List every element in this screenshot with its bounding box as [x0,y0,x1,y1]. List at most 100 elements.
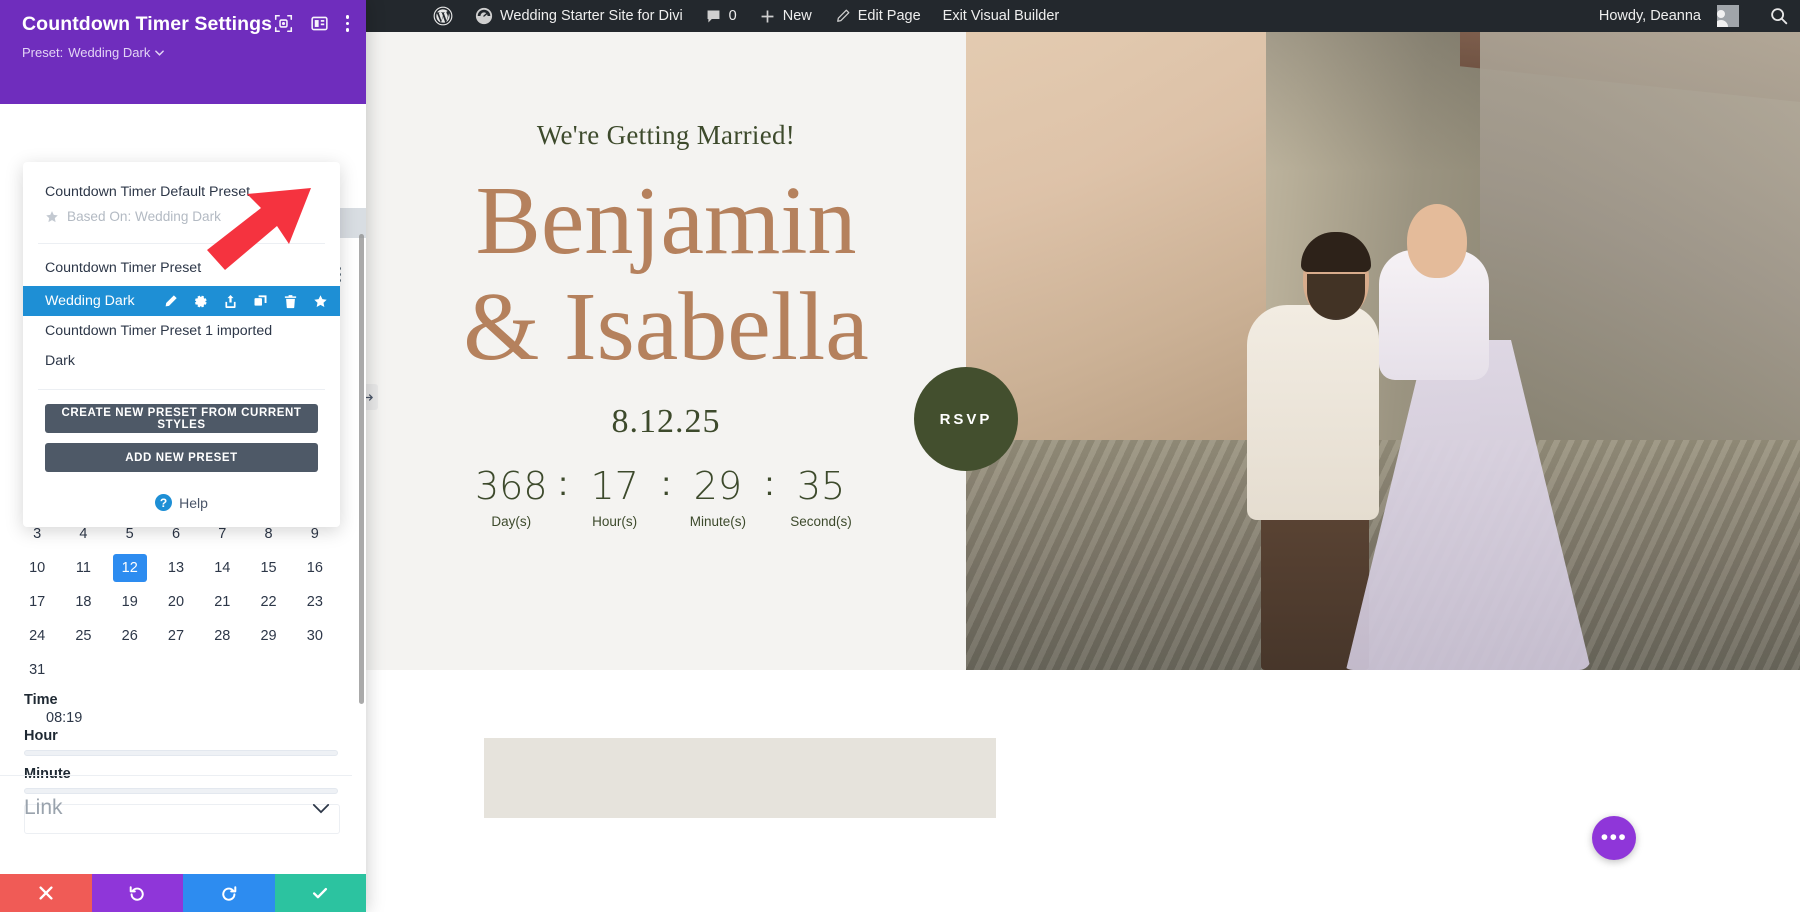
calendar-day-20[interactable]: 20 [153,588,199,616]
calendar-day-29[interactable]: 29 [245,622,291,650]
based-on-label: Based On: Wedding Dark [67,209,221,224]
link-section-label: Link [24,796,63,819]
calendar-day-14[interactable]: 14 [199,554,245,582]
calendar-day-31[interactable]: 31 [14,656,60,684]
create-new-preset-button[interactable]: CREATE NEW PRESET FROM CURRENT STYLES [45,404,318,433]
countdown-separator: : [558,464,568,502]
star-icon[interactable] [313,294,328,309]
countdown-unit-days: 368 Day(s) [475,467,548,529]
calendar-day-15[interactable]: 15 [245,554,291,582]
countdown-separator: : [764,464,775,502]
hero-name-line-2: & Isabella [463,272,869,381]
layout-panel-icon[interactable] [310,14,329,33]
preset-item-label: Dark [45,353,75,369]
time-label: Time [24,692,58,708]
help-link[interactable]: ? Help [23,482,340,521]
calendar-day-16[interactable]: 16 [292,554,338,582]
calendar-grid: 3 4 5 6 7 8 9 10 11 12 13 14 15 16 17 18 19 20 21 22 23 24 25 2… [14,520,338,684]
new-content-button[interactable]: New [748,0,823,32]
preset-item-label: Countdown Timer Preset 1 imported [45,323,273,339]
star-icon [46,210,58,222]
calendar-day-17[interactable]: 17 [14,588,60,616]
pencil-icon[interactable] [163,294,178,309]
save-button[interactable] [274,874,366,912]
kebab-menu-icon[interactable] [345,15,349,32]
preset-selector[interactable]: Preset: Wedding Dark [22,45,344,60]
redo-button[interactable] [183,874,275,912]
help-label: Help [179,494,208,511]
countdown-unit-minutes: 29 Minute(s) [682,467,754,529]
calendar-day-30[interactable]: 30 [292,622,338,650]
calendar-day-10[interactable]: 10 [14,554,60,582]
more-options-icon: ••• [1600,826,1628,849]
calendar-day-23[interactable]: 23 [292,588,338,616]
account-menu[interactable]: Howdy, Deanna [1588,0,1750,32]
comment-bubble-icon [707,10,720,22]
comments-button[interactable]: 0 [694,0,748,32]
add-new-preset-button[interactable]: ADD NEW PRESET [45,443,318,472]
calendar-day-13[interactable]: 13 [153,554,199,582]
calendar-day-24[interactable]: 24 [14,622,60,650]
edit-page-label: Edit Page [857,8,921,24]
trash-icon[interactable] [283,294,298,309]
site-name-menu[interactable]: Wedding Starter Site for Divi [464,0,694,32]
preset-group: Countdown Timer Preset Wedding Dark Coun… [23,244,340,376]
preset-item-wedding-dark[interactable]: Wedding Dark [23,286,340,316]
chevron-down-icon [155,49,165,56]
hero-names: Benjamin & Isabella [463,168,869,381]
preset-item-imported[interactable]: Countdown Timer Preset 1 imported [23,316,340,346]
default-preset-row[interactable]: Countdown Timer Default Preset Based On:… [23,178,340,230]
calendar-day-18[interactable]: 18 [60,588,106,616]
wordpress-logo-icon [433,6,453,26]
countdown-days-value: 368 [474,463,548,508]
calendar-day-22[interactable]: 22 [245,588,291,616]
countdown-days-label: Day(s) [491,513,532,529]
export-icon[interactable] [223,294,238,309]
undo-icon [129,886,144,901]
cancel-button[interactable] [0,874,92,912]
calendar-day-11[interactable]: 11 [60,554,106,582]
search-icon[interactable] [1768,5,1790,27]
calendar-day-21[interactable]: 21 [199,588,245,616]
hero-text-column: We're Getting Married! Benjamin & Isabel… [366,32,966,670]
hero-kicker: We're Getting Married! [536,120,796,150]
calendar-day-12[interactable]: 12 [112,554,147,582]
preset-group-label: Countdown Timer Preset [45,260,202,276]
couple-photo-subject [1211,110,1591,670]
countdown-timer-settings-modal: Countdown Timer Settings Preset: Wedding… [0,0,366,912]
page-settings-fab-button[interactable]: ••• [1592,816,1636,860]
modal-scrollbar[interactable] [359,234,364,704]
hour-label: Hour [24,728,58,744]
screen-root: Wedding Starter Site for Divi 0 New Edit… [0,0,1800,912]
modal-action-bar [0,874,366,912]
wordpress-logo-button[interactable] [422,0,464,32]
save-check-icon [313,887,328,899]
exit-visual-builder-button[interactable]: Exit Visual Builder [932,0,1071,32]
link-section-toggle[interactable]: Link [0,775,352,836]
countdown-timer-module[interactable]: 368 Day(s) : 17 Hour(s) : 29 Minute(s) : [475,463,857,529]
calendar-day-27[interactable]: 27 [153,622,199,650]
modal-header-icons [274,14,349,33]
gear-icon[interactable] [193,294,208,309]
countdown-minutes-label: Minute(s) [689,513,746,529]
time-value: 08:19 [46,710,83,726]
howdy-label: Howdy, Deanna [1598,8,1701,24]
calendar-day-26[interactable]: 26 [107,622,153,650]
duplicate-icon[interactable] [253,294,268,309]
below-hero-section: ••• [366,670,1800,912]
rsvp-button[interactable]: RSVP [914,367,1018,471]
calendar-day-28[interactable]: 28 [199,622,245,650]
hour-slider[interactable] [24,750,338,756]
countdown-hours-value: 17 [590,463,639,508]
preset-item-dark[interactable]: Dark [23,346,340,376]
undo-button[interactable] [91,874,183,912]
calendar-day-25[interactable]: 25 [60,622,106,650]
calendar-day-19[interactable]: 19 [107,588,153,616]
chevron-down-icon [312,803,330,813]
countdown-unit-seconds: 35 Second(s) [785,467,857,529]
edit-page-button[interactable]: Edit Page [823,0,932,32]
admin-bar-right: Howdy, Deanna [1588,0,1800,32]
countdown-separator: : [661,464,671,502]
close-icon [39,886,53,900]
focus-frame-icon[interactable] [274,14,293,33]
